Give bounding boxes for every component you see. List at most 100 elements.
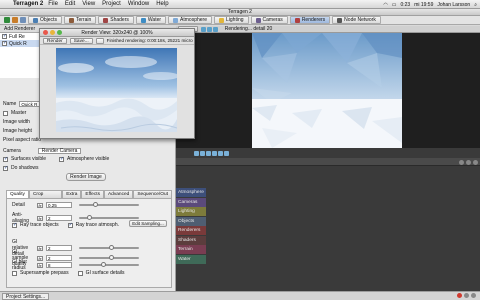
- user-name[interactable]: Johan Larsson: [437, 2, 470, 8]
- camera-select[interactable]: Render Camera: [37, 148, 82, 154]
- menu-file[interactable]: File: [48, 1, 58, 7]
- menu-bar: Terragen 2 File Edit View Project Window…: [0, 0, 480, 9]
- node-group-cameras[interactable]: Cameras: [176, 197, 206, 207]
- zoom-tool-icon[interactable]: [212, 150, 217, 156]
- tab-crop-region[interactable]: Crop Region: [28, 190, 63, 204]
- tab-objects[interactable]: Objects: [28, 16, 62, 24]
- renderers-icon: [294, 17, 300, 23]
- tab-cameras[interactable]: Cameras: [250, 16, 288, 24]
- preview-render-image[interactable]: [252, 33, 402, 148]
- lock-camera-icon[interactable]: [212, 26, 218, 32]
- tab-quality[interactable]: Quality: [6, 190, 29, 198]
- tab-extra[interactable]: Extra: [62, 190, 82, 198]
- function-icon[interactable]: fx: [37, 215, 43, 221]
- slider-knob[interactable]: [87, 215, 92, 220]
- tab-renderers[interactable]: Renderers: [289, 16, 331, 24]
- info-indicator-icon[interactable]: [464, 293, 469, 298]
- zoom-in-icon[interactable]: [459, 160, 464, 165]
- node-group-shaders[interactable]: Shaders: [176, 235, 206, 245]
- slider-knob[interactable]: [101, 262, 106, 267]
- rotate-tool-icon[interactable]: [206, 150, 211, 156]
- view-tool-icon[interactable]: [194, 150, 199, 156]
- pause-preview-icon[interactable]: [206, 26, 212, 32]
- node-group-water[interactable]: Water: [176, 254, 206, 264]
- function-icon[interactable]: fx: [37, 202, 43, 208]
- node-group-objects[interactable]: Objects: [176, 216, 206, 226]
- render-preview-icon[interactable]: [200, 26, 206, 32]
- edit-sampling-button[interactable]: Edit Sampling...: [129, 220, 167, 227]
- supersample-prepass-label: Supersample prepass: [20, 270, 69, 276]
- open-project-icon[interactable]: [12, 17, 18, 23]
- clock[interactable]: mi 19:59: [414, 2, 433, 8]
- battery-icon[interactable]: ▭: [392, 2, 397, 8]
- menu-help[interactable]: Help: [156, 1, 168, 7]
- tab-atmosphere[interactable]: Atmosphere: [168, 16, 212, 24]
- battery-time: 0:23: [400, 1, 411, 8]
- detail-slider[interactable]: [79, 202, 139, 207]
- menu-edit[interactable]: Edit: [65, 1, 75, 7]
- menu-window[interactable]: Window: [128, 1, 149, 7]
- anti-aliasing-field[interactable]: [46, 215, 72, 221]
- tab-lighting[interactable]: Lighting: [214, 16, 249, 24]
- move-tool-icon[interactable]: [200, 150, 205, 156]
- gi-blur-field[interactable]: [46, 262, 72, 268]
- slider-knob[interactable]: [93, 202, 98, 207]
- window-title: Terragen 2: [0, 9, 480, 16]
- save-button[interactable]: Save...: [69, 37, 93, 44]
- camera-label: Camera: [3, 148, 21, 154]
- supersample-prepass-checkbox[interactable]: [12, 270, 17, 276]
- menu-project[interactable]: Project: [102, 1, 121, 7]
- render-settings-icon[interactable]: [95, 37, 104, 44]
- menu-app-name[interactable]: Terragen 2: [13, 1, 43, 7]
- gi-blur-slider[interactable]: [79, 262, 139, 267]
- status-bar: Project Settings...: [0, 291, 480, 300]
- detail-field[interactable]: [46, 202, 72, 208]
- do-shadows-checkbox[interactable]: [3, 165, 8, 171]
- atmosphere-visible-checkbox[interactable]: [59, 156, 64, 162]
- render-button[interactable]: Render: [43, 37, 67, 44]
- tab-shaders[interactable]: Shaders: [98, 16, 134, 24]
- gi-surface-details-checkbox[interactable]: [77, 270, 83, 276]
- tab-advanced[interactable]: Advanced: [103, 190, 134, 198]
- surfaces-visible-checkbox[interactable]: [3, 156, 8, 162]
- minimize-window-icon[interactable]: [50, 30, 55, 35]
- ray-trace-objects-checkbox[interactable]: [12, 222, 17, 228]
- zoom-window-icon[interactable]: [57, 30, 62, 35]
- zoom-out-icon[interactable]: [466, 160, 471, 165]
- sun-tool-icon[interactable]: [224, 150, 229, 156]
- cameras-icon: [255, 17, 261, 23]
- render-image-button[interactable]: Render Image: [66, 173, 106, 181]
- new-project-icon[interactable]: [4, 17, 10, 23]
- fit-view-icon[interactable]: [473, 160, 478, 165]
- spotlight-search-icon[interactable]: ⌕: [474, 2, 477, 8]
- function-icon[interactable]: fx: [37, 262, 43, 268]
- tab-water[interactable]: Water: [135, 16, 167, 24]
- anti-aliasing-slider[interactable]: [79, 215, 139, 220]
- node-network-panel[interactable]: Atmosphere Cameras Lighting Objects Renderer…: [176, 158, 480, 291]
- error-indicator-icon[interactable]: [457, 293, 462, 298]
- master-checkbox[interactable]: [3, 110, 8, 116]
- help-indicator-icon[interactable]: [471, 293, 476, 298]
- name-label: Name: [3, 101, 17, 107]
- ray-trace-atmosphere-checkbox[interactable]: [67, 222, 73, 228]
- node-group-lighting[interactable]: Lighting: [176, 207, 206, 216]
- render-window-titlebar[interactable]: Render View: 320x240 @ 100%: [40, 29, 194, 37]
- project-settings-button[interactable]: Project Settings...: [2, 292, 50, 300]
- menu-view[interactable]: View: [82, 1, 95, 7]
- renderer-enable-checkbox[interactable]: [2, 33, 7, 39]
- close-window-icon[interactable]: [43, 30, 48, 35]
- renderer-enable-checkbox[interactable]: [2, 40, 7, 46]
- camera-tool-icon[interactable]: [218, 150, 223, 156]
- tab-terrain[interactable]: Terrain: [63, 16, 97, 24]
- tab-effects[interactable]: Effects: [81, 190, 104, 198]
- tab-node-network[interactable]: Node Network: [332, 16, 381, 24]
- save-project-icon[interactable]: [20, 17, 26, 23]
- node-group-atmosphere[interactable]: Atmosphere: [176, 188, 206, 197]
- wifi-icon[interactable]: ◠: [383, 2, 387, 8]
- render-view-window[interactable]: Render View: 320x240 @ 100% Render Save.…: [39, 28, 195, 139]
- node-group-renderers[interactable]: Renderers: [176, 226, 206, 235]
- tab-sequence-output[interactable]: Sequence/Out: [133, 190, 172, 198]
- node-group-terrain[interactable]: Terrain: [176, 245, 206, 254]
- menu-status-area: ◠ ▭ 0:23 mi 19:59 Johan Larsson ⌕: [383, 0, 477, 9]
- gi-options-row: Supersample prepass GI surface details: [12, 270, 125, 276]
